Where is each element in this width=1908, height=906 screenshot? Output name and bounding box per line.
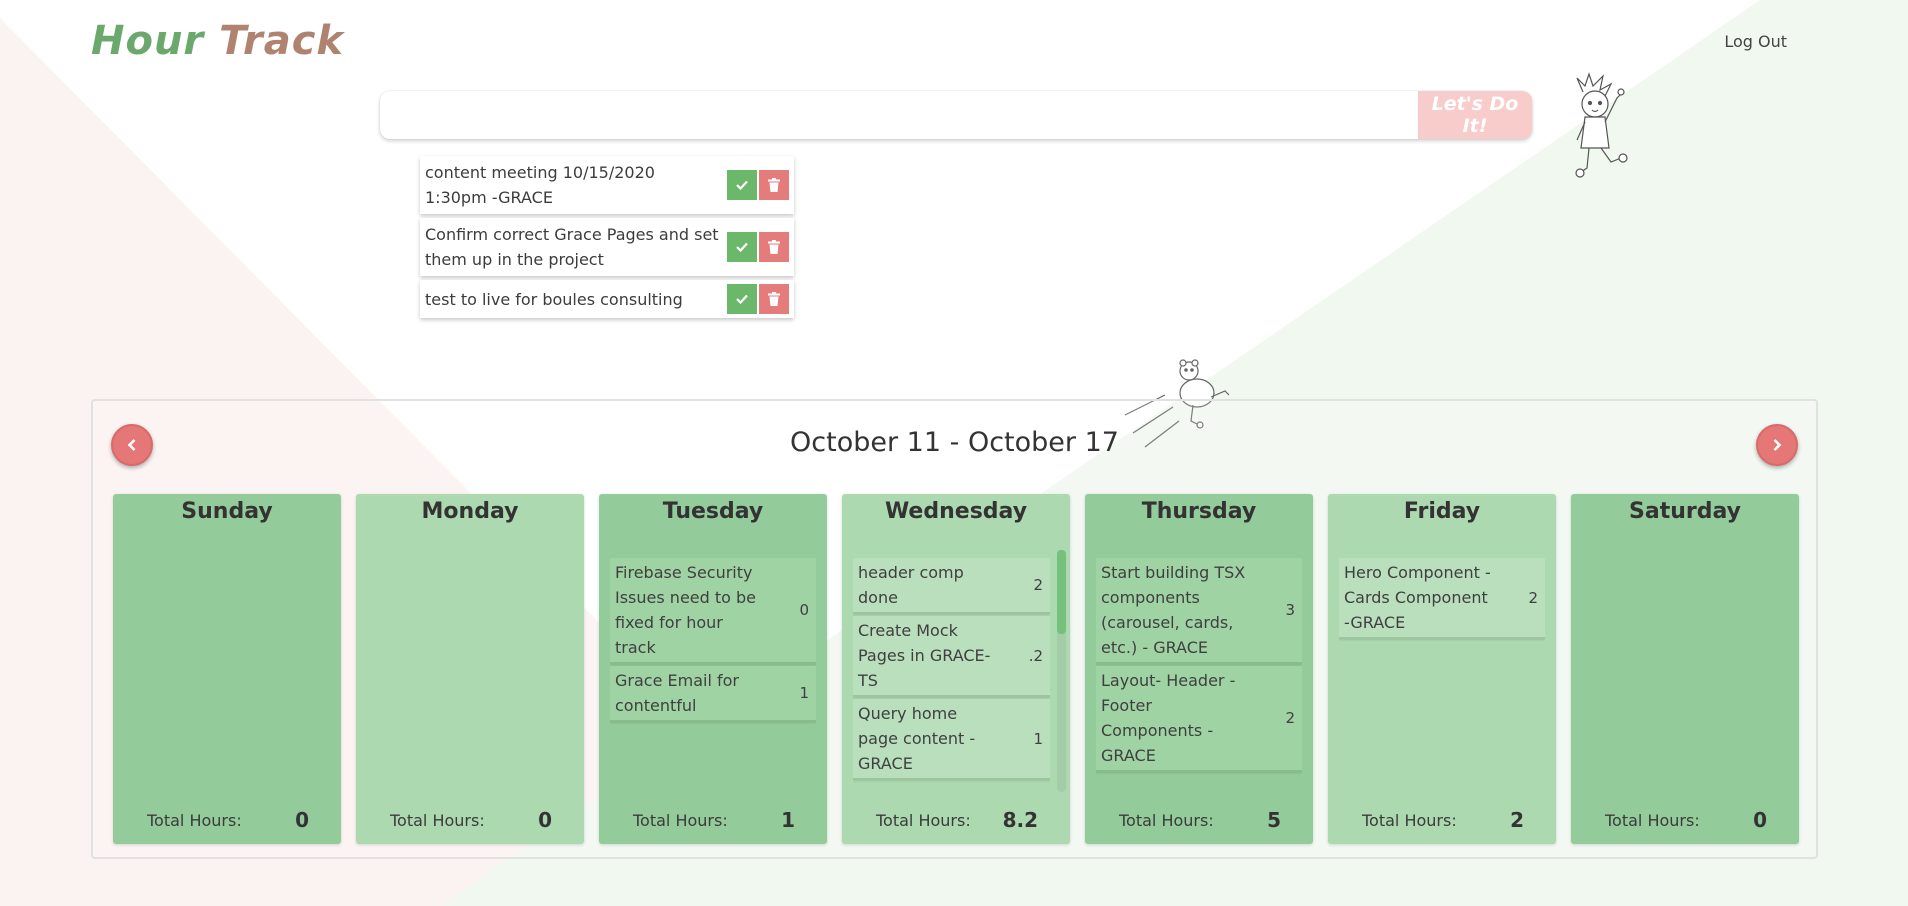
total-hours-label: Total Hours:	[876, 810, 971, 830]
entry-task: Grace Email for contentful	[615, 671, 739, 715]
hour-entry[interactable]: Hero Component - Cards Component -GRACE …	[1339, 558, 1545, 639]
total-hours-value: 8.2	[1002, 808, 1038, 832]
day-column-sunday: Sunday Total Hours: 0	[113, 494, 341, 844]
todo-item: Confirm correct Grace Pages and set them…	[420, 218, 794, 276]
entry-list-scrollbar[interactable]	[1057, 550, 1066, 792]
day-column-saturday: Saturday Total Hours: 0	[1571, 494, 1799, 844]
hour-entry[interactable]: header comp done 2	[853, 558, 1050, 614]
total-hours-label: Total Hours:	[147, 810, 242, 830]
entry-hours: 2	[1528, 588, 1538, 607]
delete-todo-button[interactable]	[759, 232, 789, 262]
day-column-tuesday: Tuesday Firebase Security Issues need to…	[599, 494, 827, 844]
total-hours-value: 0	[295, 808, 309, 832]
trash-icon	[768, 292, 780, 306]
hour-entry[interactable]: Query home page content - GRACE 1	[853, 699, 1050, 780]
total-hours-value: 1	[781, 808, 795, 832]
entry-hours: 0	[799, 601, 809, 619]
check-icon	[736, 242, 748, 253]
scrollbar-thumb[interactable]	[1057, 550, 1066, 634]
todo-text: Confirm correct Grace Pages and set them…	[425, 225, 719, 269]
complete-todo-button[interactable]	[727, 232, 757, 262]
day-name: Saturday	[1629, 499, 1741, 524]
delete-todo-button[interactable]	[759, 170, 789, 200]
entry-task: header comp done	[858, 563, 964, 607]
new-task-form: Let's Do It!	[380, 91, 1532, 139]
entry-hours: 3	[1285, 601, 1295, 619]
day-column-thursday: Thursday Start building TSX components (…	[1085, 494, 1313, 844]
delete-todo-button[interactable]	[759, 284, 789, 314]
entry-hours: 1	[799, 684, 809, 702]
entry-task: Firebase Security Issues need to be fixe…	[615, 563, 757, 657]
next-week-button[interactable]	[1756, 424, 1798, 466]
hour-entry[interactable]: Firebase Security Issues need to be fixe…	[610, 558, 816, 664]
week-calendar: October 11 - October 17 Sunday Total Hou…	[91, 399, 1818, 859]
entry-list: Start building TSX components (carousel,…	[1096, 558, 1302, 790]
total-hours-label: Total Hours:	[633, 810, 728, 830]
entry-list: header comp done 2 Create Mock Pages in …	[853, 558, 1050, 790]
day-total: Total Hours: 1	[599, 808, 827, 832]
hour-entry[interactable]: Start building TSX components (carousel,…	[1096, 558, 1302, 664]
day-total: Total Hours: 0	[1571, 808, 1799, 832]
day-total: Total Hours: 2	[1328, 808, 1556, 832]
day-name: Monday	[421, 499, 519, 524]
total-hours-label: Total Hours:	[1362, 810, 1457, 830]
todo-text: test to live for boules consulting	[425, 289, 683, 309]
complete-todo-button[interactable]	[727, 284, 757, 314]
trash-icon	[768, 240, 780, 254]
task-input[interactable]	[380, 91, 1418, 139]
day-total: Total Hours: 0	[356, 808, 584, 832]
logo-word-hour: Hour	[91, 18, 205, 64]
submit-task-button[interactable]: Let's Do It!	[1418, 91, 1532, 139]
logo-word-track: Track	[219, 18, 345, 64]
total-hours-value: 0	[538, 808, 552, 832]
entry-task: Query home page content - GRACE	[858, 704, 976, 773]
day-name: Sunday	[181, 499, 273, 524]
entry-hours: 1	[1033, 729, 1043, 748]
week-title: October 11 - October 17	[790, 427, 1119, 458]
hour-entry[interactable]: Create Mock Pages in GRACE-TS .2	[853, 616, 1050, 697]
todo-list: content meeting 10/15/2020 1:30pm -GRACE…	[420, 156, 794, 322]
todo-item: content meeting 10/15/2020 1:30pm -GRACE	[420, 156, 794, 214]
entry-task: Layout- Header - Footer Components - GRA…	[1101, 671, 1236, 765]
hour-entry[interactable]: Grace Email for contentful 1	[610, 666, 816, 722]
day-name: Wednesday	[884, 499, 1028, 524]
entry-list: Hero Component - Cards Component -GRACE …	[1339, 558, 1545, 790]
check-icon	[736, 180, 748, 191]
chevron-right-icon	[1773, 439, 1782, 451]
entry-hours: 2	[1033, 576, 1043, 594]
day-name: Tuesday	[662, 499, 764, 524]
day-total: Total Hours: 5	[1085, 808, 1313, 832]
entry-list: Firebase Security Issues need to be fixe…	[610, 558, 816, 790]
entry-task: Hero Component - Cards Component -GRACE	[1344, 563, 1491, 632]
app-logo: Hour Track	[91, 18, 344, 64]
total-hours-label: Total Hours:	[390, 810, 485, 830]
entry-task: Start building TSX components (carousel,…	[1101, 563, 1246, 657]
day-name: Thursday	[1141, 499, 1257, 524]
day-column-wednesday: Wednesday header comp done 2 Create Mock…	[842, 494, 1070, 844]
todo-text: content meeting 10/15/2020 1:30pm -GRACE	[425, 163, 655, 207]
complete-todo-button[interactable]	[727, 170, 757, 200]
total-hours-label: Total Hours:	[1605, 810, 1700, 830]
trash-icon	[768, 178, 780, 192]
total-hours-value: 0	[1753, 808, 1767, 832]
day-column-monday: Monday Total Hours: 0	[356, 494, 584, 844]
todo-item: test to live for boules consulting	[420, 280, 794, 318]
total-hours-label: Total Hours:	[1119, 810, 1214, 830]
entry-hours: 2	[1285, 709, 1295, 727]
hour-entry[interactable]: Layout- Header - Footer Components - GRA…	[1096, 666, 1302, 772]
entry-hours: .2	[1028, 646, 1043, 665]
logout-link[interactable]: Log Out	[1724, 32, 1787, 51]
entry-task: Create Mock Pages in GRACE-TS	[858, 621, 991, 690]
total-hours-value: 5	[1267, 808, 1281, 832]
check-icon	[736, 294, 748, 305]
total-hours-value: 2	[1510, 808, 1524, 832]
day-name: Friday	[1403, 499, 1481, 524]
day-column-friday: Friday Hero Component - Cards Component …	[1328, 494, 1556, 844]
day-total: Total Hours: 8.2	[842, 808, 1070, 832]
waving-character-doodle	[1575, 72, 1628, 178]
day-total: Total Hours: 0	[113, 808, 341, 832]
